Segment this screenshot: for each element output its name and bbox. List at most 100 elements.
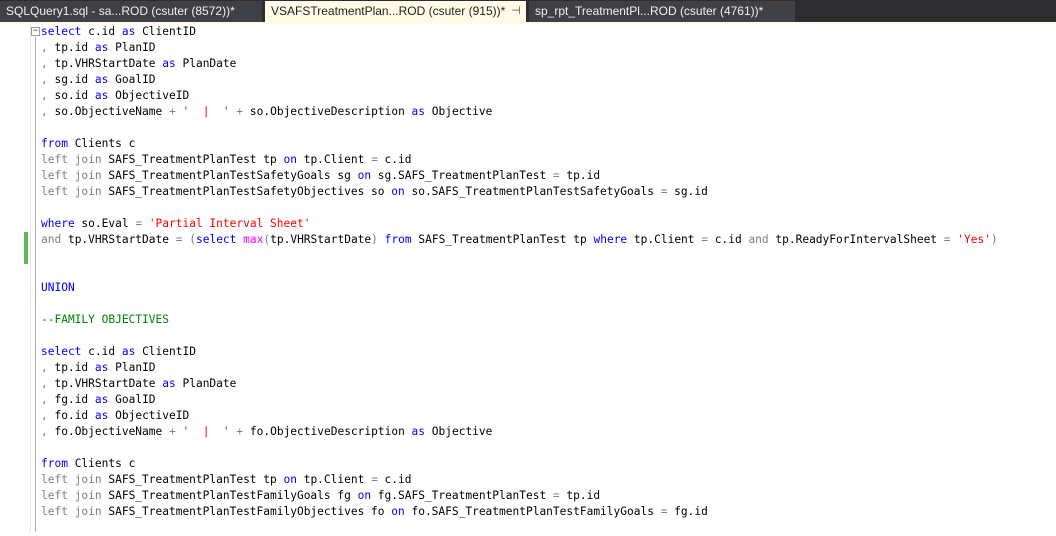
code-line: , sg.id as GoalID [41,72,1051,88]
code-token: Clients c [67,137,136,150]
code-line: , tp.id as PlanID [41,360,1051,376]
code-token: SAFS_TreatmentPlanTestSafetyObjectives s… [101,185,392,198]
code-token: fg.SAFS_TreatmentPlanTest [371,489,553,502]
code-token: 'Partial Interval Sheet' [148,217,311,230]
tab-label: SQLQuery1.sql - sa...ROD (csuter (8572))… [6,4,235,18]
code-token: SAFS_TreatmentPlanTest tp [101,153,284,166]
code-line: , so.ObjectiveName + ' | ' + so.Objectiv… [41,104,1051,120]
code-token: tp.Client [296,153,372,166]
code-token: = [701,233,709,246]
code-line: ​ [41,440,1051,456]
code-line: select c.id as ClientID [41,24,1051,40]
code-token: sg.id [47,73,95,86]
code-token: left join [41,169,102,182]
tab-sqlquery1[interactable]: SQLQuery1.sql - sa...ROD (csuter (8572))… [0,1,262,22]
code-token: SAFS_TreatmentPlanTestFamilyGoals fg [101,489,358,502]
code-token: sg.id [667,185,708,198]
code-line: ​ [41,296,1051,312]
code-line: left join SAFS_TreatmentPlanTestFamilyGo… [41,488,1051,504]
code-line: ​ [41,264,1051,280]
code-token: + [169,425,176,438]
code-line: from Clients c [41,456,1051,472]
code-token: fo.ObjectiveDescription [243,425,412,438]
code-line: , tp.VHRStartDate as PlanDate [41,56,1051,72]
code-token: + [169,105,176,118]
code-token: as [94,393,109,406]
code-line: from Clients c [41,136,1051,152]
code-line: , fg.id as GoalID [41,392,1051,408]
code-token: tp.Client [627,233,702,246]
code-token: c.id [81,25,122,38]
code-token: SAFS_TreatmentPlanTest tp [101,473,284,486]
code-token: so.Eval [74,217,136,230]
code-token: as [94,89,109,102]
code-token: left join [41,489,102,502]
code-token: sg.SAFS_TreatmentPlanTest [371,169,553,182]
code-token: as [94,361,109,374]
code-line: left join SAFS_TreatmentPlanTestSafetyGo… [41,168,1051,184]
code-token: ' | ' [182,425,230,438]
code-token: as [411,425,426,438]
code-token: PlanID [108,361,156,374]
code-token: select [41,345,82,358]
code-token: on [357,169,372,182]
code-token: , [41,41,48,54]
pin-icon[interactable]: ⊣ [511,1,521,22]
code-token: tp.ReadyForIntervalSheet [768,233,944,246]
code-token: tp.Client [296,473,372,486]
code-token: max [243,233,264,246]
code-token: on [391,505,405,518]
code-token: so.SAFS_TreatmentPlanTestSafetyGoals [404,185,661,198]
code-line: --FAMILY OBJECTIVES [41,312,1051,328]
code-token: , [41,409,48,422]
code-line: , fo.ObjectiveName + ' | ' + fo.Objectiv… [41,424,1051,440]
code-token: as [162,57,176,70]
code-token: left join [41,473,102,486]
code-token: SAFS_TreatmentPlanTestSafetyGoals sg [101,169,358,182]
code-token: ObjectiveID [108,89,190,102]
code-token: where [41,217,75,230]
tab-vsafs-treatment-plan[interactable]: VSAFSTreatmentPlan...ROD (csuter (915))*… [265,1,526,22]
code-token: ObjectiveID [108,409,190,422]
code-token: as [94,41,109,54]
code-token: , [41,425,48,438]
code-token: ClientID [135,25,196,38]
code-token: PlanDate [175,57,237,70]
code-token: fo.SAFS_TreatmentPlanTestFamilyGoals [404,505,661,518]
tab-sp-rpt-treatment-plan[interactable]: sp_rpt_TreatmentPl...ROD (csuter (4761))… [529,1,795,22]
code-token: from [41,457,68,470]
code-token: PlanID [108,41,156,54]
code-token: , [41,377,48,390]
code-token: left join [41,153,102,166]
code-line: , tp.VHRStartDate as PlanDate [41,376,1051,392]
code-line: and tp.VHRStartDate = (select max(tp.VHR… [41,232,1051,248]
code-token: select [41,25,82,38]
code-token: ) [371,233,378,246]
code-token: Clients c [67,457,136,470]
collapse-toggle-icon[interactable]: − [31,27,40,36]
fold-guide-line [35,37,36,532]
code-token: on [357,489,372,502]
code-token: fo.id [47,409,95,422]
code-line: ​ [41,248,1051,264]
code-token: as [121,25,136,38]
code-token: GoalID [108,393,156,406]
code-token: as [162,377,176,390]
code-token: from [384,233,412,246]
code-token: as [411,105,426,118]
code-line: ​ [41,328,1051,344]
code-line: UNION [41,280,1051,296]
code-token: --FAMILY OBJECTIVES [41,313,169,326]
code-token: ' | ' [182,105,230,118]
code-token: , [41,393,48,406]
code-token: where [593,233,628,246]
code-token: and [41,233,62,246]
code-token: tp.VHRStartDate [47,57,163,70]
code-token: ( [189,233,196,246]
code-token: SAFS_TreatmentPlanTest tp [411,233,594,246]
code-token: c.id [377,473,412,486]
code-token: select [195,233,237,246]
code-editor[interactable]: select c.id as ClientID , tp.id as PlanID… [41,24,1051,532]
